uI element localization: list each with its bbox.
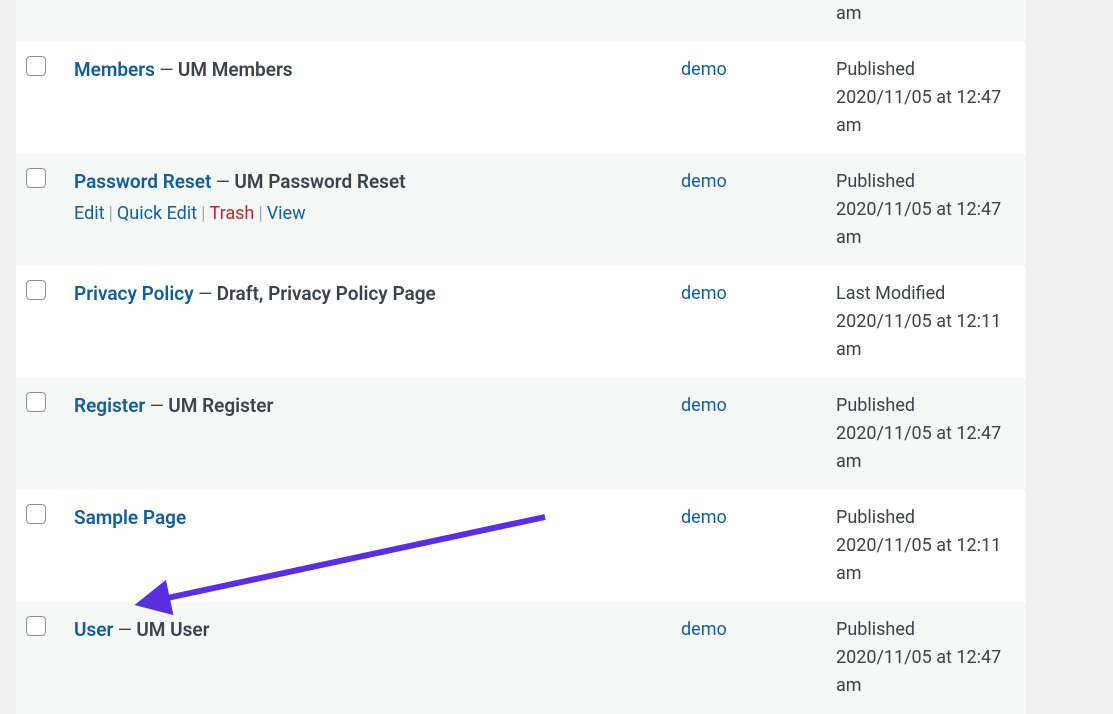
table-row: Register — UM Register demo Published 20…: [16, 378, 1026, 490]
date-timestamp-tail: am: [836, 0, 1016, 28]
row-checkbox[interactable]: [26, 168, 46, 188]
trash-link[interactable]: Trash: [209, 203, 254, 224]
post-state: Draft, Privacy Policy Page: [217, 282, 436, 305]
date-status: Published: [836, 616, 1016, 644]
author-link[interactable]: demo: [681, 507, 727, 528]
date-status: Last Modified: [836, 280, 1016, 308]
row-checkbox[interactable]: [26, 616, 46, 636]
table-row: Privacy Policy — Draft, Privacy Policy P…: [16, 266, 1026, 378]
page-title-link[interactable]: Privacy Policy: [74, 282, 194, 305]
row-actions: Edit|Quick Edit|Trash|View: [74, 201, 661, 227]
post-state: UM User: [136, 618, 209, 641]
table-row: Sample Page demo Published 2020/11/05 at…: [16, 490, 1026, 602]
state-separator: —: [150, 396, 169, 417]
row-checkbox[interactable]: [26, 392, 46, 412]
table-row: User — UM User demo Published 2020/11/05…: [16, 602, 1026, 714]
state-separator: —: [216, 172, 235, 193]
state-separator: —: [159, 60, 178, 81]
quick-edit-link[interactable]: Quick Edit: [117, 203, 197, 224]
table-row: Members — UM Members demo Published 2020…: [16, 42, 1026, 154]
post-state: UM Members: [178, 58, 293, 81]
view-link[interactable]: View: [267, 203, 306, 224]
date-status: Published: [836, 56, 1016, 84]
date-timestamp: 2020/11/05 at 12:47 am: [836, 420, 1016, 476]
state-separator: —: [118, 620, 137, 641]
page-title-link[interactable]: Password Reset: [74, 170, 211, 193]
pages-table: am Members — UM Members demo Published 2…: [16, 0, 1026, 714]
row-checkbox[interactable]: [26, 56, 46, 76]
page-title-link[interactable]: Register: [74, 394, 145, 417]
date-timestamp: 2020/11/05 at 12:47 am: [836, 644, 1016, 700]
author-link[interactable]: demo: [681, 619, 727, 640]
date-timestamp: 2020/11/05 at 12:47 am: [836, 196, 1016, 252]
table-row: Password Reset — UM Password Reset Edit|…: [16, 154, 1026, 266]
date-timestamp: 2020/11/05 at 12:11 am: [836, 532, 1016, 588]
post-state: UM Password Reset: [234, 170, 405, 193]
date-status: Published: [836, 504, 1016, 532]
date-status: Published: [836, 392, 1016, 420]
date-timestamp: 2020/11/05 at 12:47 am: [836, 84, 1016, 140]
date-timestamp: 2020/11/05 at 12:11 am: [836, 308, 1016, 364]
author-link[interactable]: demo: [681, 59, 727, 80]
page-title-link[interactable]: Sample Page: [74, 506, 186, 529]
author-link[interactable]: demo: [681, 171, 727, 192]
author-link[interactable]: demo: [681, 395, 727, 416]
author-link[interactable]: demo: [681, 283, 727, 304]
pages-list-table: am Members — UM Members demo Published 2…: [16, 0, 1026, 714]
row-checkbox[interactable]: [26, 280, 46, 300]
state-separator: —: [198, 284, 217, 305]
page-title-link[interactable]: User: [74, 618, 113, 641]
edit-link[interactable]: Edit: [74, 203, 104, 224]
date-status: Published: [836, 168, 1016, 196]
post-state: UM Register: [168, 394, 273, 417]
table-row-partial: am: [16, 0, 1026, 42]
row-checkbox[interactable]: [26, 504, 46, 524]
page-title-link[interactable]: Members: [74, 58, 155, 81]
